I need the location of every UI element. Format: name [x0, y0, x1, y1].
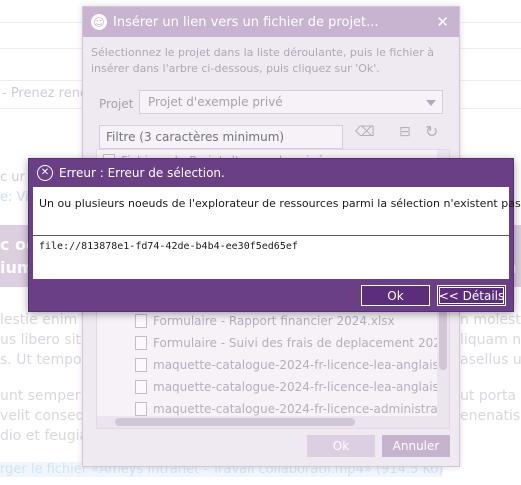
dialog-title: Insérer un lien vers un fichier de proje… — [113, 14, 379, 30]
ok-button[interactable]: Ok — [307, 435, 375, 457]
tree-file-item[interactable]: Formulaire - Suivi des frais de deplacem… — [135, 336, 449, 350]
close-icon[interactable]: ✕ — [436, 13, 449, 31]
file-icon — [135, 380, 147, 394]
scrollbar-thumb[interactable] — [115, 418, 355, 426]
horizontal-scrollbar[interactable] — [97, 416, 437, 428]
tree-file-item[interactable]: Formulaire - Rapport financier 2024.xlsx — [135, 314, 395, 328]
error-title: Erreur : Erreur de sélection. — [59, 166, 225, 180]
error-titlebar: ✕ Erreur : Erreur de sélection. — [29, 159, 513, 187]
details-button[interactable]: << Détails — [437, 285, 506, 306]
error-icon: ✕ — [37, 165, 53, 181]
file-icon — [135, 402, 147, 416]
error-dialog: ✕ Erreur : Erreur de sélection. Un ou pl… — [28, 158, 521, 312]
tree-file-item[interactable]: maquette-catalogue-2024-fr-licence-lea-a… — [135, 358, 449, 372]
collapse-icon[interactable]: ⊟ — [399, 124, 411, 140]
error-detail: file://813878e1-fd74-42de-b4b4-ee30f5ed6… — [39, 241, 298, 252]
divider — [33, 235, 509, 236]
dialog-titlebar: ☺ Insérer un lien vers un fichier de pro… — [83, 7, 459, 37]
cancel-button[interactable]: Annuler — [382, 435, 450, 457]
eraser-icon[interactable]: ⌫ — [355, 124, 375, 140]
error-message: Un ou plusieurs noeuds de l'explorateur … — [39, 197, 521, 210]
file-icon — [135, 358, 147, 372]
project-select-value: Projet d'exemple privé — [148, 95, 283, 109]
filter-input[interactable] — [99, 125, 343, 149]
error-body: Un ou plusieurs noeuds de l'explorateur … — [33, 187, 521, 279]
project-select[interactable]: Projet d'exemple privé — [139, 90, 443, 114]
app-logo-icon: ☺ — [91, 14, 107, 30]
tree-file-item[interactable]: maquette-catalogue-2024-fr-licence-lea-a… — [135, 380, 449, 394]
file-icon — [135, 314, 147, 328]
dialog-instructions: Sélectionnez le projet dans la liste dér… — [91, 46, 434, 75]
ok-button[interactable]: Ok — [361, 285, 430, 306]
file-icon — [135, 336, 147, 350]
chevron-down-icon — [426, 100, 436, 106]
tree-file-item[interactable]: maquette-catalogue-2024-fr-licence-admin… — [135, 402, 449, 416]
refresh-icon[interactable]: ↻ — [425, 122, 438, 141]
project-label: Projet — [99, 97, 134, 111]
